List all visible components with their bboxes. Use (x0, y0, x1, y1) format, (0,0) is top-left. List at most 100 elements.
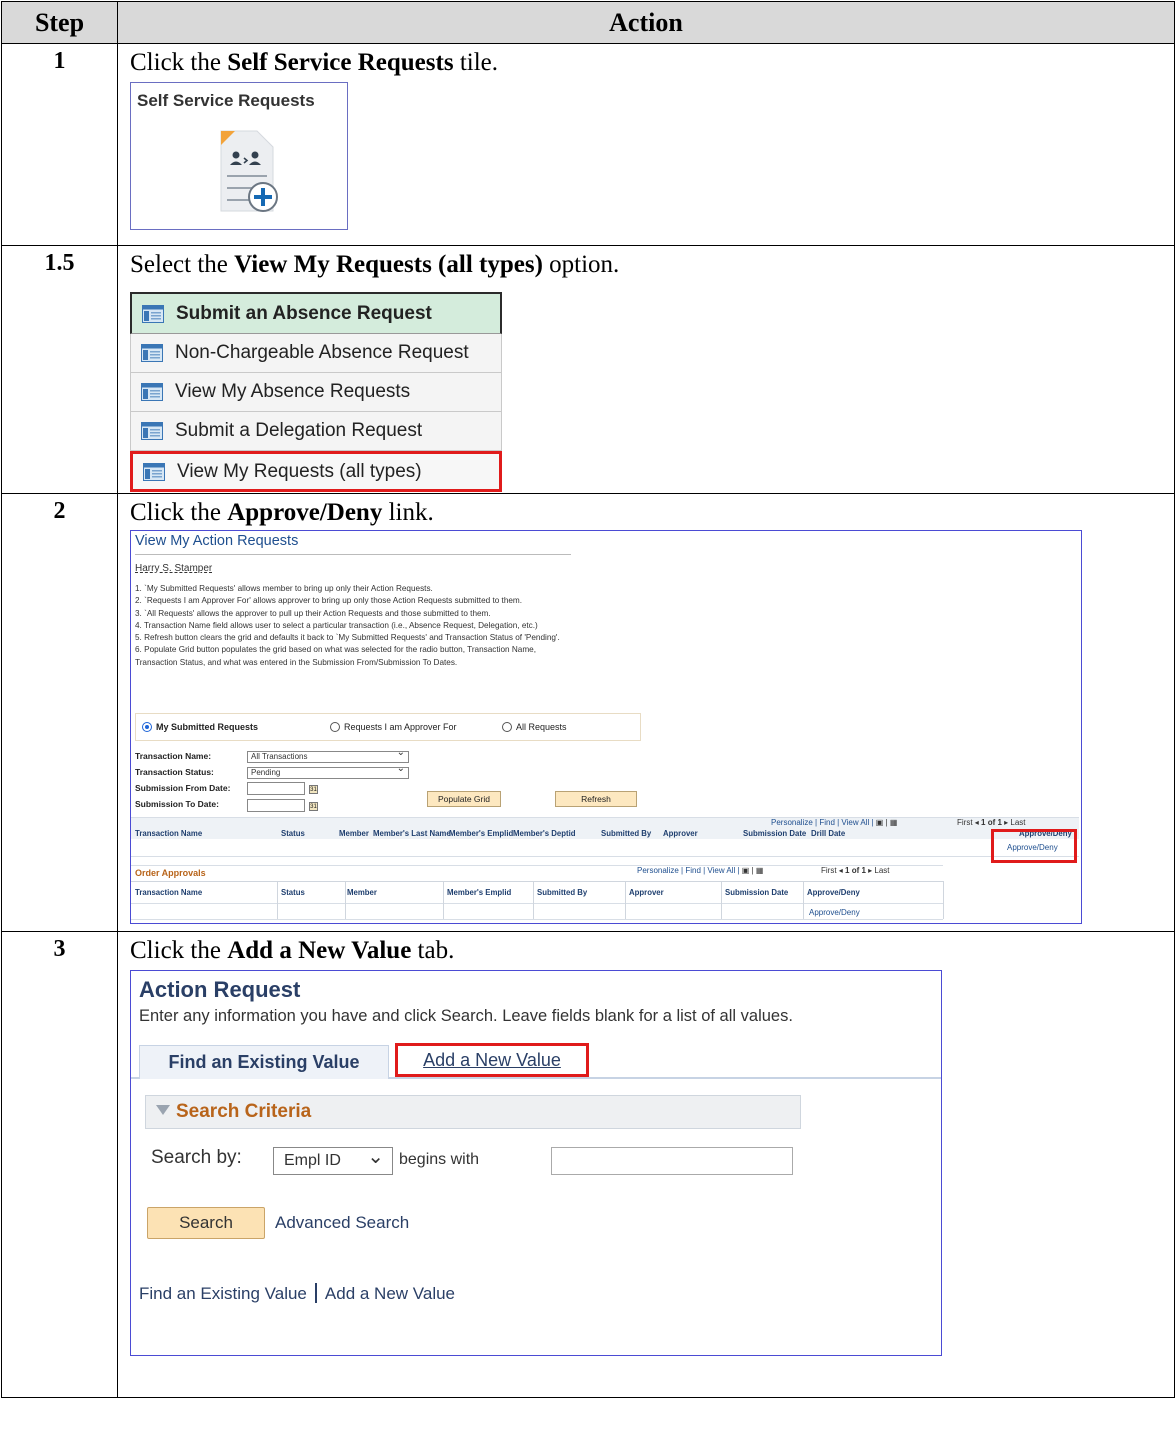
page-title: Action Request (139, 977, 301, 1002)
action-request-search-screenshot: Action Request Enter any information you… (130, 970, 942, 1356)
title-divider (135, 554, 571, 555)
menu-item-label: View My Absence Requests (175, 381, 411, 402)
menu-item-label: Non-Chargeable Absence Request (175, 342, 469, 363)
submission-to-label: Submission To Date: (135, 799, 219, 809)
radio-off-icon (502, 722, 512, 732)
footer-add-link[interactable]: Add a New Value (325, 1284, 455, 1303)
step-action-1-5: Select the View My Requests (all types) … (117, 245, 1175, 494)
footer-find-link[interactable]: Find an Existing Value (139, 1284, 307, 1303)
radio-all-requests[interactable]: All Requests (502, 722, 567, 732)
submission-from-input[interactable] (247, 782, 305, 795)
page-title: View My Action Requests (135, 533, 299, 549)
refresh-button[interactable]: Refresh (555, 791, 637, 807)
grid-pager: First ◂ 1 of 1 ▸ Last (821, 866, 890, 875)
page-icon (142, 304, 164, 323)
grid-col-divider (443, 881, 444, 919)
menu-item-submit-delegation[interactable]: Submit a Delegation Request (130, 412, 502, 451)
tab-find-existing-value[interactable]: Find an Existing Value (139, 1045, 389, 1079)
grid-col-divider (625, 881, 626, 919)
grid-row-divider (131, 856, 1079, 857)
transaction-name-label: Transaction Name: (135, 751, 212, 761)
instructions-notes: 1. `My Submitted Requests' allows member… (135, 583, 695, 669)
transaction-status-select[interactable]: Pending (247, 764, 409, 779)
footer-separator (314, 1283, 317, 1303)
menu-item-label: Submit a Delegation Request (175, 420, 423, 441)
order-grid-toolbar: Personalize | Find | View All | ▣ | ▦ Fi… (637, 866, 890, 875)
radio-my-submitted[interactable]: My Submitted Requests (142, 722, 258, 732)
grid-pager: First ◂ 1 of 1 ▸ Last (957, 818, 1026, 827)
step-action-2: Click the Approve/Deny link. View My Act… (117, 493, 1175, 932)
step-instruction: Click the Self Service Requests tile. (130, 49, 498, 76)
user-name: Harry S. Stamper (135, 563, 213, 574)
transaction-name-select[interactable]: All Transactions (247, 748, 409, 763)
header-step: Step (1, 1, 118, 44)
search-button[interactable]: Search (147, 1207, 265, 1239)
search-criteria-header[interactable]: Search Criteria (145, 1095, 801, 1129)
absence-menu: Submit an Absence Request Non-Chargeable… (130, 292, 502, 492)
grid-col-divider (277, 881, 278, 919)
header-action: Action (117, 1, 1175, 44)
tab-bar: Find an Existing Value Add a New Value (131, 1043, 941, 1079)
tab-add-new-value[interactable]: Add a New Value (395, 1043, 589, 1077)
page-icon (143, 462, 165, 481)
step-number: 3 (1, 931, 118, 1398)
step-number: 1 (1, 43, 118, 246)
begins-with-label: begins with (399, 1151, 480, 1168)
page-instructions: Enter any information you have and click… (139, 1007, 793, 1025)
step-number: 1.5 (1, 245, 118, 494)
grid-col-divider (721, 881, 722, 919)
transaction-status-label: Transaction Status: (135, 767, 214, 777)
advanced-search-link[interactable]: Advanced Search (275, 1213, 409, 1233)
step-instruction: Click the Add a New Value tab. (130, 937, 455, 964)
grid-nav-links[interactable]: Personalize | Find | View All | (771, 818, 874, 827)
step-action-3: Click the Add a New Value tab. Action Re… (117, 931, 1175, 1398)
self-service-requests-tile[interactable]: Self Service Requests (130, 82, 348, 230)
page-icon (141, 383, 163, 401)
step-instruction: Click the Approve/Deny link. (130, 499, 434, 526)
calendar-icon[interactable]: 31 (309, 785, 318, 794)
note-line: Transaction Status, and what was entered… (135, 657, 458, 667)
grid-row-divider (131, 903, 943, 904)
menu-item-label: Submit an Absence Request (176, 302, 432, 324)
step-number: 2 (1, 493, 118, 932)
view-my-action-requests-screenshot: View My Action Requests Harry S. Stamper… (130, 530, 1082, 924)
populate-grid-button[interactable]: Populate Grid (427, 791, 501, 807)
page-icon (141, 344, 163, 362)
menu-item-non-chargeable[interactable]: Non-Chargeable Absence Request (130, 334, 502, 373)
menu-item-view-all-requests[interactable]: View My Requests (all types) (130, 451, 502, 492)
grid-col-divider (345, 881, 346, 919)
note-line: 5. Refresh button clears the grid and de… (135, 633, 560, 643)
request-document-icon (220, 130, 278, 212)
radio-on-icon (142, 722, 152, 732)
search-value-input[interactable] (551, 1147, 793, 1175)
order-grid-header: Transaction Name Status Member Member's … (131, 881, 943, 903)
search-by-select[interactable]: Empl ID (273, 1144, 393, 1175)
submission-to-input[interactable] (247, 799, 305, 812)
grid-col-divider (803, 881, 804, 919)
step-instruction: Select the View My Requests (all types) … (130, 251, 620, 278)
step-action-1: Click the Self Service Requests tile. Se… (117, 43, 1175, 246)
collapse-triangle-icon (156, 1105, 170, 1115)
highlight-box (991, 829, 1077, 863)
grid-header: Transaction Name Status Member Member's … (131, 828, 1079, 839)
note-line: 1. `My Submitted Requests' allows member… (135, 584, 433, 593)
grid-row-divider (131, 919, 943, 920)
footer-links: Find an Existing Value Add a New Value (139, 1283, 455, 1304)
grid-toolbar: Personalize | Find | View All | ▣ | ▦ Fi… (131, 817, 1079, 828)
menu-item-submit-absence[interactable]: Submit an Absence Request (130, 292, 502, 334)
calendar-icon[interactable]: 31 (309, 802, 318, 811)
grid-col-divider (533, 881, 534, 919)
radio-off-icon (330, 722, 340, 732)
radio-approver-for[interactable]: Requests I am Approver For (330, 722, 457, 732)
submission-from-label: Submission From Date: (135, 783, 231, 793)
tile-title: Self Service Requests (137, 91, 315, 110)
instruction-table: Step Action 1 Click the Self Service Req… (1, 1, 1175, 1398)
grid-nav-links[interactable]: Personalize | Find | View All | (637, 866, 740, 875)
note-line: 6. Populate Grid button populates the gr… (135, 645, 536, 655)
order-approvals-title: Order Approvals (135, 868, 206, 878)
grid-col-divider (943, 881, 944, 919)
approve-deny-link[interactable]: Approve/Deny (809, 908, 860, 917)
note-line: 2. `Requests I am Approver For' allows a… (135, 596, 523, 606)
request-filter-radios: My Submitted Requests Requests I am Appr… (135, 713, 641, 741)
menu-item-view-absence[interactable]: View My Absence Requests (130, 373, 502, 412)
